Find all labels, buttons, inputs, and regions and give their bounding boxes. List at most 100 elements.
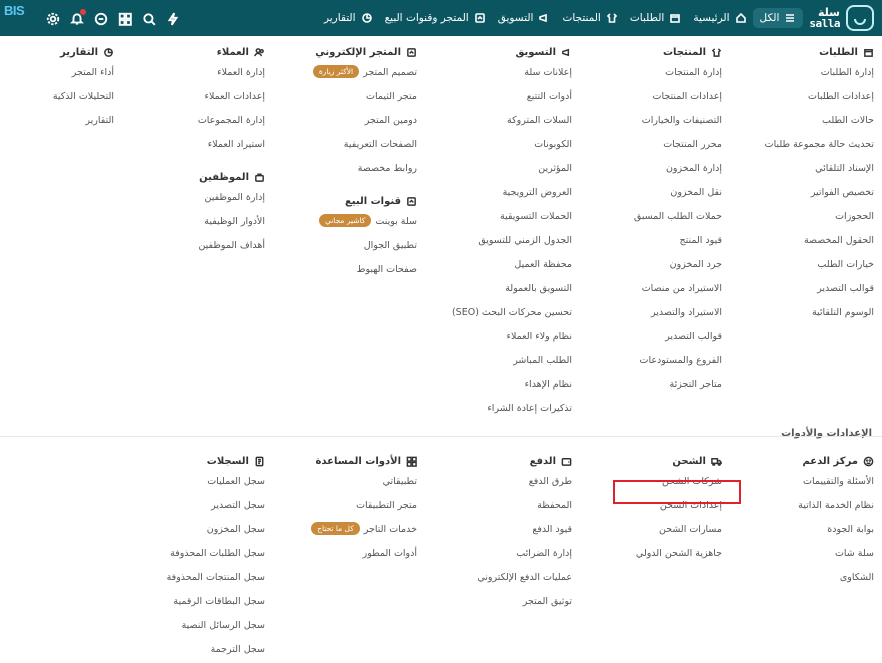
menu-link[interactable]: السلات المتروكة — [422, 113, 572, 137]
salla-logo[interactable]: سلة salla — [809, 5, 874, 31]
menu-link[interactable]: سجل التصدير — [115, 498, 265, 522]
menu-link[interactable]: سجل الطلبات المحذوفة — [115, 546, 265, 570]
menu-link[interactable]: التسويق بالعمولة — [422, 281, 572, 305]
menu-link[interactable]: تحديث حالة مجموعة طلبات — [724, 137, 874, 161]
menu-link[interactable]: حملات الطلب المسبق — [572, 209, 722, 233]
menu-link[interactable]: نظام الخدمة الذاتية — [724, 498, 874, 522]
menu-link[interactable]: أهداف الموظفين — [115, 238, 265, 262]
menu-link[interactable]: خدمات التاجر كل ما تحتاج — [267, 522, 417, 546]
search-button[interactable] — [142, 11, 156, 26]
menu-link[interactable]: نظام الإهداء — [422, 377, 572, 401]
menu-link[interactable]: طرق الدفع — [422, 474, 572, 498]
menu-link[interactable]: قوالب التصدير — [572, 329, 722, 353]
menu-link[interactable]: الحقول المخصصة — [724, 233, 874, 257]
nav-item-0[interactable]: الكل — [752, 8, 804, 28]
menu-link[interactable]: خيارات الطلب — [724, 257, 874, 281]
menu-link[interactable]: سجل المخزون — [115, 522, 265, 546]
menu-link[interactable]: توثيق المتجر — [422, 594, 572, 618]
menu-link[interactable]: إدارة المنتجات — [572, 65, 722, 89]
bell-button[interactable] — [70, 9, 86, 25]
nav-item-3[interactable]: المنتجات — [556, 9, 623, 27]
menu-link[interactable]: تطبيق الجوال — [267, 238, 417, 262]
menu-link[interactable]: إدارة الضرائب — [422, 546, 572, 570]
menu-link[interactable]: محرر المنتجات — [572, 137, 722, 161]
menu-link[interactable]: نقل المخزون — [572, 185, 722, 209]
menu-link[interactable]: تحسين محركات البحث (SEO) — [422, 305, 572, 329]
menu-link[interactable]: دومين المتجر — [267, 113, 417, 137]
lightning-button[interactable] — [166, 11, 180, 26]
menu-link[interactable]: قيود الدفع — [422, 522, 572, 546]
menu-link[interactable]: عمليات الدفع الإلكتروني — [422, 570, 572, 594]
menu-link[interactable]: سلة بوينت كاشير مجاني — [267, 214, 417, 238]
menu-link[interactable]: الأسئلة والتقييمات — [724, 474, 874, 498]
menu-link[interactable]: سجل الرسائل النصية — [115, 618, 265, 642]
menu-link[interactable]: سجل المنتجات المحذوفة — [115, 570, 265, 594]
nav-item-1[interactable]: الرئيسية — [687, 9, 752, 27]
gear-button[interactable] — [46, 11, 60, 26]
menu-link[interactable]: مسارات الشحن — [572, 522, 722, 546]
menu-link[interactable]: محفظة العميل — [422, 257, 572, 281]
menu-link[interactable]: إعدادات الطلبات — [724, 89, 874, 113]
menu-link[interactable]: استيراد العملاء — [115, 137, 265, 161]
menu-link[interactable]: التقارير — [4, 113, 114, 137]
menu-link[interactable]: إدارة المخزون — [572, 161, 722, 185]
menu-link[interactable]: الاستيراد من منصات — [572, 281, 722, 305]
menu-link[interactable]: إعدادات الشحن — [572, 498, 722, 522]
menu-link[interactable]: إدارة المجموعات — [115, 113, 265, 137]
menu-link[interactable]: سجل البطاقات الرقمية — [115, 594, 265, 618]
menu-link[interactable]: الحملات التسويقية — [422, 209, 572, 233]
menu-link[interactable]: إدارة العملاء — [115, 65, 265, 89]
menu-link[interactable]: سجل الترجمة — [115, 642, 265, 663]
menu-link[interactable]: أدوات التتبع — [422, 89, 572, 113]
nav-item-4[interactable]: التسويق — [492, 9, 557, 27]
menu-link[interactable]: تخصيص الفواتير — [724, 185, 874, 209]
menu-link[interactable]: تصميم المتجر الأكثر زيارة — [267, 65, 417, 89]
menu-link[interactable]: الكوبونات — [422, 137, 572, 161]
menu-link[interactable]: سجل العمليات — [115, 474, 265, 498]
menu-link[interactable]: جاهزية الشحن الدولي — [572, 546, 722, 570]
menu-link[interactable]: التحليلات الذكية — [4, 89, 114, 113]
menu-link[interactable]: الحجوزات — [724, 209, 874, 233]
menu-link[interactable]: متاجر التجزئة — [572, 377, 723, 401]
menu-link[interactable]: سلة شات — [724, 546, 874, 570]
menu-link[interactable]: متجر الثيمات — [267, 89, 417, 113]
menu-link[interactable]: حالات الطلب — [724, 113, 874, 137]
menu-link[interactable]: التصنيفات والخيارات — [572, 113, 722, 137]
menu-link[interactable]: الإسناد التلقائي — [724, 161, 874, 185]
menu-link[interactable]: قوالب التصدير — [724, 281, 874, 305]
menu-link[interactable]: روابط مخصصة — [267, 161, 417, 185]
menu-link[interactable]: الوسوم التلقائية — [724, 305, 874, 329]
nav-item-2[interactable]: الطلبات — [624, 9, 687, 27]
menu-link[interactable]: العروض الترويجية — [422, 185, 572, 209]
menu-link[interactable]: المحفظة — [422, 498, 572, 522]
menu-link[interactable]: إدارة الطلبات — [724, 65, 874, 89]
store-icon — [474, 13, 485, 23]
menu-link[interactable]: إعلانات سلة — [422, 65, 572, 89]
menu-link[interactable]: الجدول الزمني للتسويق — [422, 233, 572, 257]
menu-link[interactable]: صفحات الهبوط — [267, 262, 417, 286]
menu-link[interactable]: الأدوار الوظيفية — [115, 214, 265, 238]
menu-link[interactable]: أداء المتجر — [4, 65, 114, 89]
menu-link[interactable]: قيود المنتج — [572, 233, 722, 257]
menu-link[interactable]: تذكيرات إعادة الشراء — [422, 401, 572, 425]
menu-link[interactable]: أدوات المطور — [267, 546, 417, 570]
menu-link[interactable]: الاستيراد والتصدير — [572, 305, 722, 329]
menu-link[interactable]: الطلب المباشر — [422, 353, 572, 377]
menu-link[interactable]: المؤثرين — [422, 161, 572, 185]
nav-item-5[interactable]: المتجر وقنوات البيع — [379, 9, 492, 27]
menu-link[interactable]: إدارة الموظفين — [115, 190, 266, 214]
menu-link[interactable]: بوابة الجودة — [724, 522, 874, 546]
menu-link[interactable]: شركات الشحن — [572, 474, 722, 498]
nav-item-6[interactable]: التقارير — [318, 9, 379, 27]
menu-link[interactable]: جرد المخزون — [572, 257, 722, 281]
menu-link[interactable]: الصفحات التعريفية — [267, 137, 417, 161]
menu-link[interactable]: الشكاوى — [724, 570, 874, 594]
menu-link[interactable]: متجر التطبيقات — [267, 498, 417, 522]
chat-button[interactable] — [94, 11, 108, 26]
menu-link[interactable]: الفروع والمستودعات — [572, 353, 722, 377]
menu-link[interactable]: إعدادات المنتجات — [572, 89, 723, 113]
menu-link[interactable]: إعدادات العملاء — [115, 89, 265, 113]
menu-link[interactable]: نظام ولاء العملاء — [422, 329, 572, 353]
menu-link[interactable]: تطبيقاتي — [267, 474, 417, 498]
grid-button[interactable] — [118, 11, 132, 26]
